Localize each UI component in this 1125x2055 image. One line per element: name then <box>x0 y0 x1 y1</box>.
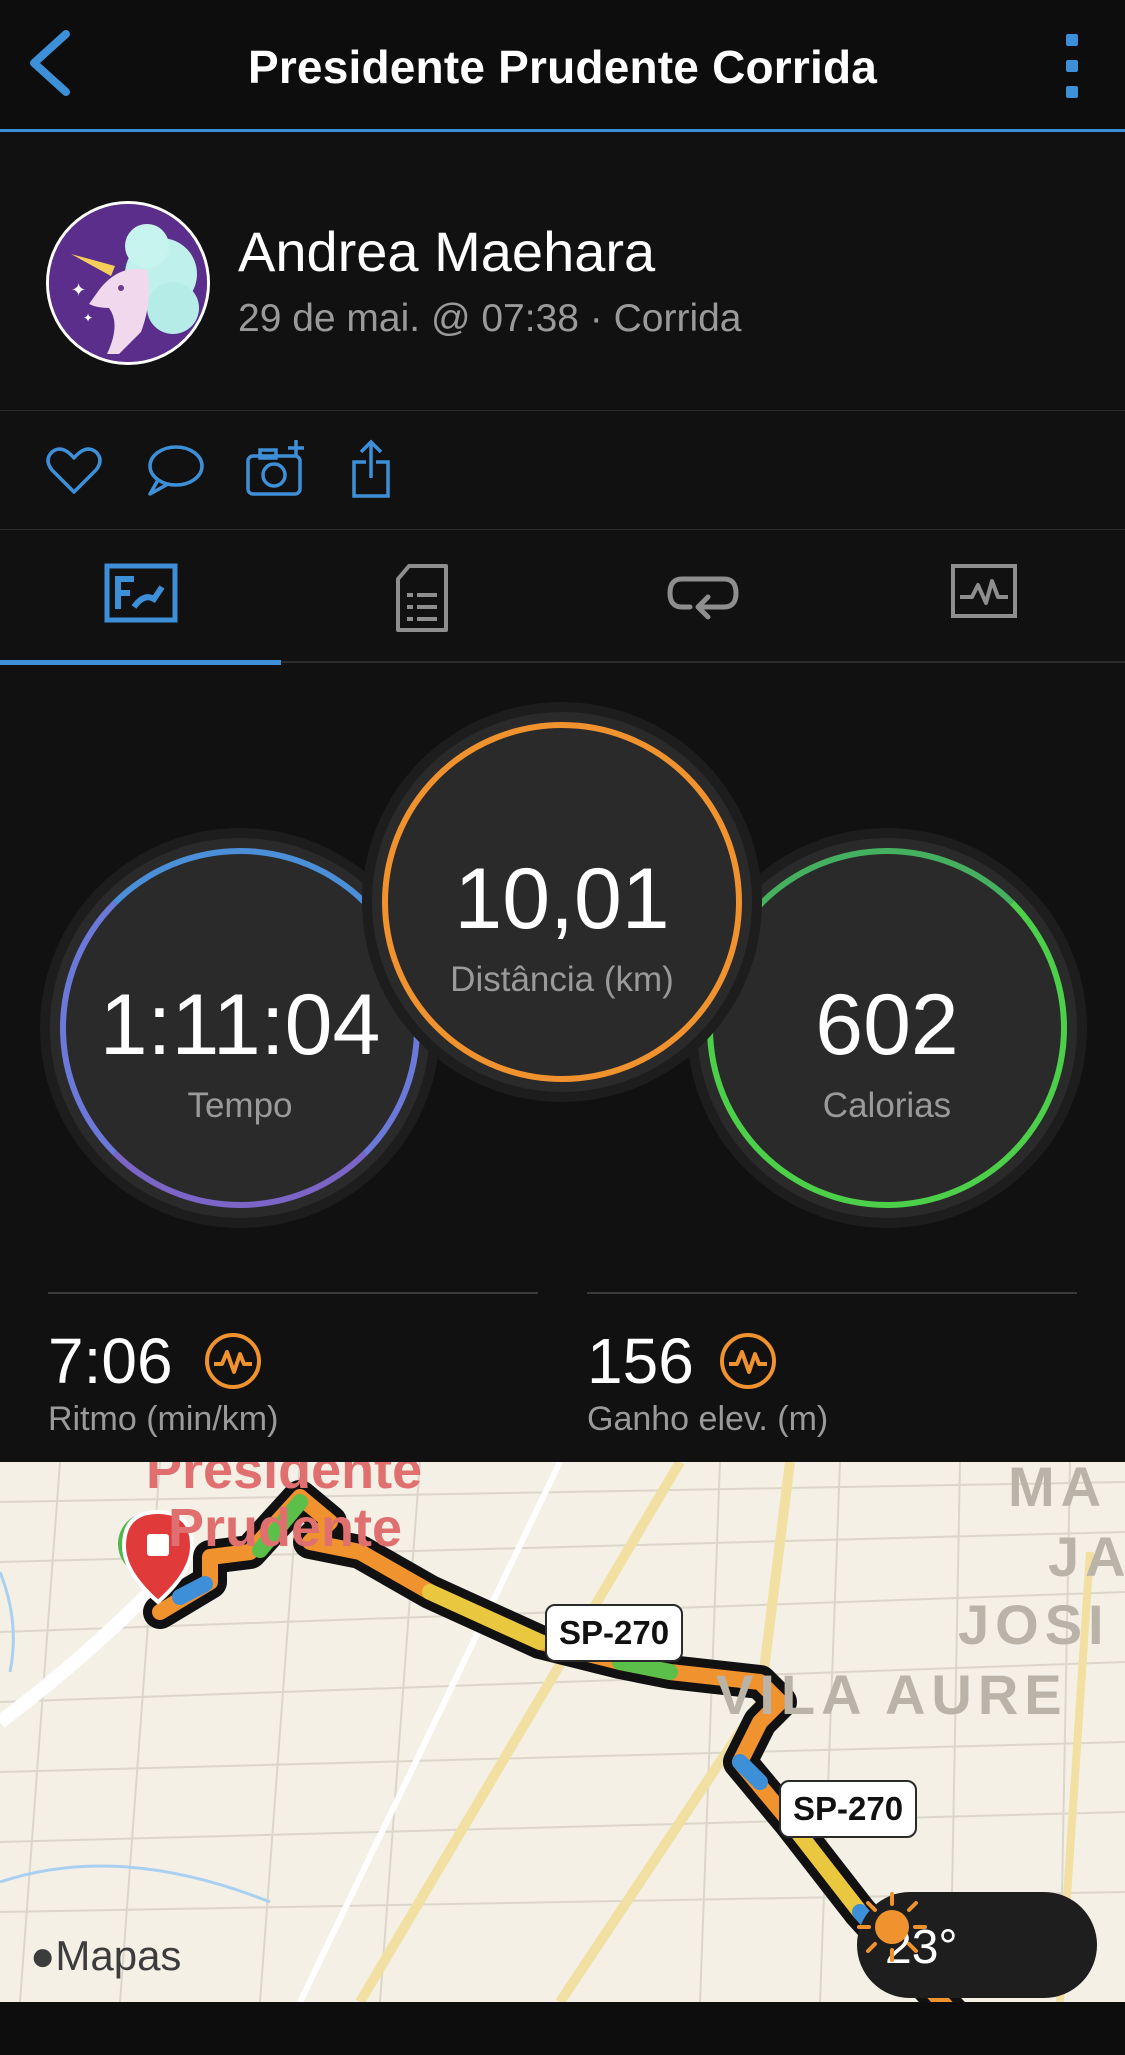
active-tab-indicator <box>0 660 281 665</box>
distance-label: Distância (km) <box>450 960 674 999</box>
share-button[interactable] <box>344 438 408 502</box>
comment-icon <box>148 445 204 496</box>
map-district-label: VILA AURE <box>716 1663 1068 1726</box>
distance-value: 10,01 <box>454 851 670 947</box>
maps-attribution-text: Mapas <box>55 1932 182 1979</box>
page-title: Presidente Prudente Corrida <box>247 41 878 93</box>
elevation-chart-icon[interactable] <box>719 1332 777 1390</box>
avatar[interactable]: ✦ ✦ <box>46 201 210 365</box>
road-shield: SP-270 <box>545 1604 684 1662</box>
map-city-label-line2: Prudente <box>168 1498 403 1558</box>
stats-overview-icon <box>104 563 177 623</box>
details-list-icon <box>395 564 448 632</box>
sun-icon <box>857 1892 927 1962</box>
more-options-button[interactable] <box>1057 32 1087 100</box>
time-label: Tempo <box>187 1086 293 1125</box>
user-name[interactable]: Andrea Maehara <box>238 219 655 284</box>
map-district-label: JA <box>1048 1525 1125 1588</box>
svg-text:✦: ✦ <box>71 280 86 301</box>
comment-button[interactable] <box>142 438 206 502</box>
elevation-label: Ganho elev. (m) <box>587 1400 829 1438</box>
route-map[interactable]: Presidente Prudente MA JA JOSI VILA AURE… <box>0 1462 1125 2002</box>
tab-overview[interactable] <box>0 531 281 665</box>
activity-owner-row: ✦ ✦ Andrea Maehara 29 de mai. @ 07:38 · … <box>0 135 1125 411</box>
heart-icon <box>46 447 102 494</box>
tab-charts[interactable] <box>843 531 1124 663</box>
elevation-value: 156 <box>587 1325 694 1397</box>
elevation-stat: 156 Ganho elev. (m) <box>587 1292 1077 1438</box>
bottom-edge <box>0 2002 1125 2055</box>
add-photo-icon <box>246 440 304 496</box>
calories-value: 602 <box>815 977 959 1073</box>
map-district-label: MA <box>1008 1462 1108 1518</box>
pace-chart-icon[interactable] <box>204 1332 262 1390</box>
activity-tabs <box>0 531 1125 665</box>
road-shield: SP-270 <box>779 1780 918 1838</box>
weather-badge: 23° <box>857 1892 1097 1998</box>
map-district-label: JOSI <box>958 1593 1110 1656</box>
apple-logo-icon: ● <box>30 1932 56 1979</box>
maps-attribution: ●Mapas <box>30 1932 181 1980</box>
add-photo-button[interactable] <box>244 438 308 502</box>
laps-icon <box>666 576 739 620</box>
vertical-dots-icon <box>1066 34 1078 98</box>
pace-label: Ritmo (min/km) <box>48 1400 279 1438</box>
pace-value: 7:06 <box>48 1325 173 1397</box>
calories-stat-circle: 602 Calorias <box>697 838 1077 1218</box>
calories-label: Calorias <box>822 1086 952 1125</box>
distance-stat-circle: 10,01 Distância (km) <box>372 712 752 1092</box>
tab-laps[interactable] <box>562 531 843 663</box>
top-navigation-bar: Presidente Prudente Corrida <box>0 0 1125 132</box>
tab-details[interactable] <box>281 531 562 663</box>
share-icon <box>352 439 390 498</box>
map-city-label-line1: Presidente <box>146 1462 423 1500</box>
pace-stat: 7:06 Ritmo (min/km) <box>48 1292 538 1438</box>
unicorn-avatar-icon: ✦ ✦ <box>49 204 207 362</box>
activity-date-type: 29 de mai. @ 07:38 · Corrida <box>238 297 742 340</box>
svg-text:✦: ✦ <box>83 311 93 325</box>
charts-icon <box>950 564 1017 618</box>
like-button[interactable] <box>42 438 106 502</box>
social-actions-row <box>0 412 1125 530</box>
